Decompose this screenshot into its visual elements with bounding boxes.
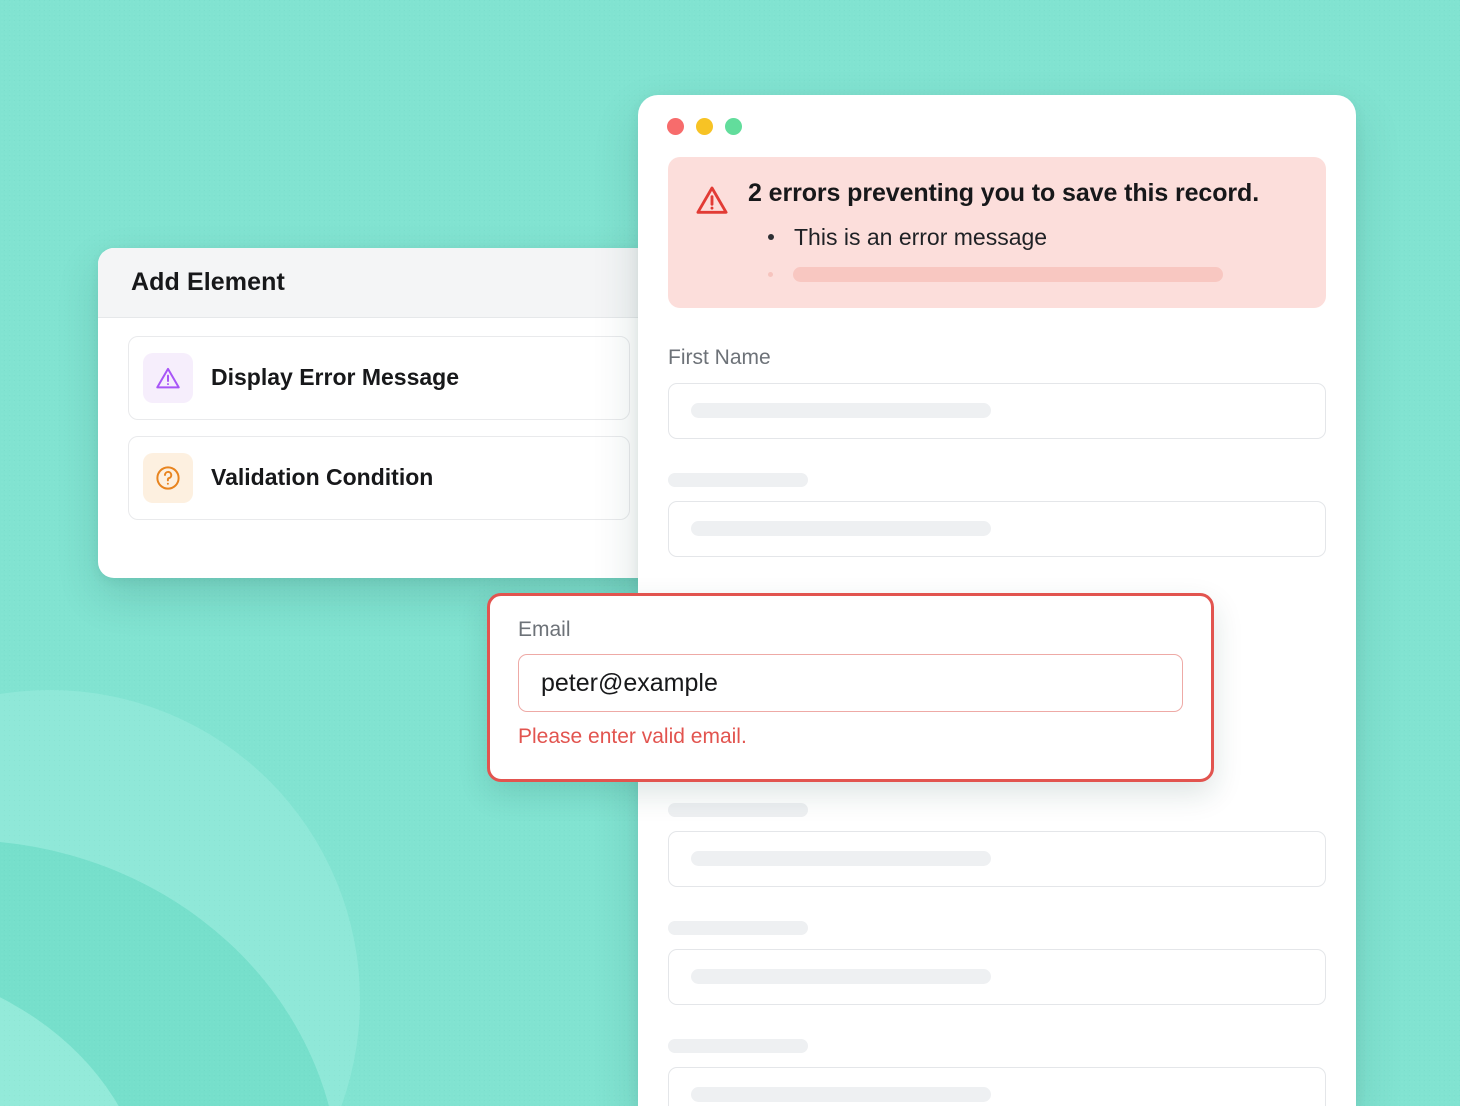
error-item-redacted-skeleton (793, 266, 1223, 282)
input-value-skeleton (691, 403, 991, 419)
field-label-skeleton (668, 920, 808, 935)
field-label-skeleton (668, 1038, 808, 1053)
redacted-input-4[interactable] (668, 1066, 1326, 1106)
background-swoosh-3 (0, 960, 150, 1106)
field-label-skeleton (668, 472, 808, 487)
warning-triangle-icon (694, 182, 730, 282)
warning-triangle-icon (143, 353, 193, 403)
add-element-header: Add Element (98, 248, 658, 318)
form-field-redacted-1 (668, 472, 1326, 557)
add-element-title: Add Element (131, 268, 285, 296)
bullet-icon (768, 234, 774, 241)
window-titlebar (638, 95, 1356, 157)
element-option-label: Validation Condition (211, 464, 434, 491)
redacted-input-3[interactable] (668, 948, 1326, 1005)
question-circle-icon (143, 453, 193, 503)
background-swoosh-2 (0, 840, 340, 1106)
form-field-first-name: First Name (668, 346, 1326, 439)
canvas: Add Element Display Error Message Valida… (0, 0, 1460, 1106)
add-element-panel: Add Element Display Error Message Valida… (98, 248, 658, 578)
element-option-label: Display Error Message (211, 364, 460, 391)
first-name-input[interactable] (668, 382, 1326, 439)
background-swoosh-1 (0, 690, 360, 1106)
redacted-input-2[interactable] (668, 830, 1326, 887)
element-option-validation-condition[interactable]: Validation Condition (128, 436, 630, 520)
form-field-redacted-3 (668, 920, 1326, 1005)
email-field-label: Email (518, 618, 571, 641)
maximize-dot[interactable] (725, 117, 742, 135)
error-banner-body: 2 errors preventing you to save this rec… (748, 179, 1300, 282)
email-field-highlight-card: Email peter@example Please enter valid e… (487, 593, 1214, 782)
error-list-item-redacted (748, 266, 1300, 282)
input-value-skeleton (691, 1087, 991, 1103)
error-item-text: This is an error message (794, 223, 1048, 250)
input-value-skeleton (691, 851, 991, 867)
error-banner-heading: 2 errors preventing you to save this rec… (748, 179, 1260, 207)
input-value-skeleton (691, 521, 991, 537)
error-list-item: This is an error message (748, 224, 1300, 251)
email-validation-error: Please enter valid email. (518, 725, 747, 748)
element-option-display-error-message[interactable]: Display Error Message (128, 336, 630, 420)
close-dot[interactable] (667, 117, 684, 135)
error-banner: 2 errors preventing you to save this rec… (668, 157, 1326, 308)
form-field-redacted-2 (668, 802, 1326, 887)
field-label: First Name (668, 345, 771, 369)
bullet-icon (768, 271, 773, 277)
add-element-list: Display Error Message Validation Conditi… (98, 318, 658, 520)
element-option-text: Display Error Message (211, 364, 615, 391)
form-field-redacted-4 (668, 1038, 1326, 1106)
element-option-text: Validation Condition (211, 464, 615, 491)
redacted-input-1[interactable] (668, 500, 1326, 557)
email-input[interactable]: peter@example (518, 654, 1183, 712)
input-value-skeleton (691, 969, 991, 985)
email-input-value: peter@example (541, 668, 718, 697)
field-label-skeleton (668, 802, 808, 817)
minimize-dot[interactable] (696, 117, 713, 135)
